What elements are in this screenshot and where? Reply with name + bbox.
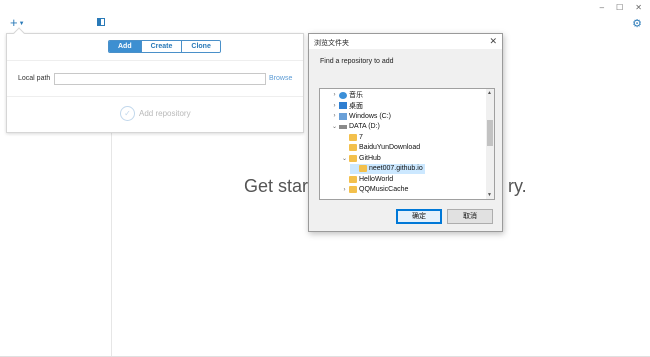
folder-tree[interactable]: ▲ ▼ › 音乐 › 桌面 › Windows (C:) ⌄ DATA (D:) 7 BaiduY… xyxy=(319,88,495,200)
tree-item[interactable]: ⌄ GitHub xyxy=(340,153,381,163)
music-icon xyxy=(339,91,347,99)
tree-item-label: BaiduYunDownload xyxy=(359,144,421,151)
scroll-down-icon[interactable]: ▼ xyxy=(487,192,492,198)
expander-icon[interactable]: ⌄ xyxy=(340,155,349,162)
tree-item-label: 音乐 xyxy=(349,92,363,99)
dialog-prompt: Find a repository to add xyxy=(320,58,394,65)
tree-scrollbar[interactable]: ▲ ▼ xyxy=(486,89,494,199)
caret-down-icon: ▼ xyxy=(18,21,25,27)
divider xyxy=(7,60,303,61)
maximize-button[interactable]: ☐ xyxy=(616,3,623,12)
sidebar-toggle-icon[interactable] xyxy=(97,18,105,26)
add-repository-popover: Add Create Clone Local path Browse ✓ Add… xyxy=(6,27,304,133)
repo-mode-tabs: Add Create Clone xyxy=(108,40,221,53)
local-path-input[interactable] xyxy=(54,73,266,85)
folder-icon xyxy=(349,144,357,151)
dialog-title-bar: 浏览文件夹 ✕ xyxy=(309,34,502,49)
browse-link[interactable]: Browse xyxy=(269,75,292,82)
desktop-icon xyxy=(339,102,347,109)
sidebar-divider xyxy=(111,132,112,357)
hero-text-right: ry. xyxy=(508,176,527,196)
folder-icon xyxy=(349,186,357,193)
tab-create[interactable]: Create xyxy=(140,41,182,52)
add-repository-label: Add repository xyxy=(139,109,191,118)
tree-item-label: Windows (C:) xyxy=(349,112,392,120)
ok-button[interactable]: 确定 xyxy=(396,209,442,224)
tree-item-label: GitHub xyxy=(359,154,381,162)
hero-text-left: Get star xyxy=(244,176,309,196)
dialog-title: 浏览文件夹 xyxy=(314,40,349,47)
tree-item[interactable]: › 桌面 xyxy=(330,101,363,111)
minimize-button[interactable]: – xyxy=(600,3,604,12)
app-window: +▼ – ☐ ✕ ⚙ Get star ry. Add Create Clone… xyxy=(0,0,650,357)
tab-clone[interactable]: Clone xyxy=(181,41,220,52)
cancel-button[interactable]: 取消 xyxy=(447,209,493,224)
folder-icon xyxy=(349,175,357,183)
top-bar: +▼ – ☐ ✕ ⚙ xyxy=(0,0,650,32)
local-path-label: Local path xyxy=(18,75,51,82)
plus-icon: + xyxy=(10,15,18,30)
tree-item-label: 7 xyxy=(359,133,363,141)
expander-icon[interactable]: ⌄ xyxy=(330,123,339,130)
tree-item-label: 桌面 xyxy=(349,102,363,110)
add-repository-button[interactable]: ✓ Add repository xyxy=(120,106,191,121)
expander-icon[interactable]: › xyxy=(330,92,339,98)
close-window-button[interactable]: ✕ xyxy=(635,3,642,12)
browse-folder-dialog: 浏览文件夹 ✕ Find a repository to add ▲ ▼ › 音乐… xyxy=(308,33,503,232)
expander-icon[interactable]: › xyxy=(330,103,339,109)
tree-item[interactable]: › Windows (C:) xyxy=(330,111,391,121)
scroll-thumb[interactable] xyxy=(487,120,493,146)
tree-item-label: QQMusicCache xyxy=(359,186,409,193)
tree-item[interactable]: HelloWorld xyxy=(340,174,393,184)
check-circle-icon: ✓ xyxy=(120,106,135,121)
folder-icon xyxy=(349,133,357,141)
tree-item-label: HelloWorld xyxy=(359,175,394,183)
window-controls: – ☐ ✕ xyxy=(600,3,642,12)
tree-item[interactable]: neet007.github.io xyxy=(350,163,425,174)
tree-item[interactable]: › 音乐 xyxy=(330,90,363,100)
folder-icon xyxy=(359,165,367,172)
gear-icon[interactable]: ⚙ xyxy=(632,17,642,30)
folder-icon xyxy=(349,154,357,162)
close-icon[interactable]: ✕ xyxy=(489,36,497,47)
tree-item-label: neet007.github.io xyxy=(369,165,423,172)
expander-icon[interactable]: › xyxy=(330,113,339,119)
tree-item-label: DATA (D:) xyxy=(349,123,380,130)
drivec-icon xyxy=(339,112,347,120)
scroll-up-icon[interactable]: ▲ xyxy=(487,90,492,96)
expander-icon[interactable]: › xyxy=(340,187,349,193)
tab-add[interactable]: Add xyxy=(109,41,141,52)
tree-item[interactable]: ⌄ DATA (D:) xyxy=(330,122,380,132)
tree-item[interactable]: BaiduYunDownload xyxy=(340,143,420,153)
tree-item[interactable]: › QQMusicCache xyxy=(340,185,408,195)
drived-icon xyxy=(339,124,347,129)
tree-item[interactable]: 7 xyxy=(340,132,363,142)
divider xyxy=(7,96,303,97)
